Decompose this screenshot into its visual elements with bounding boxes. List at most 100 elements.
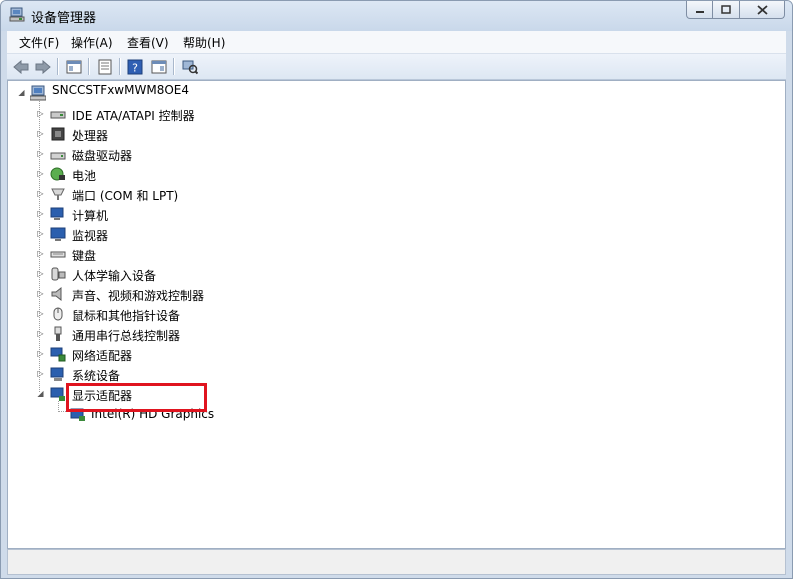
tree-item-hid[interactable]: ▷ 人体学输入设备 <box>8 264 408 284</box>
port-icon <box>51 188 65 200</box>
expand-arrow-icon[interactable]: ▷ <box>36 249 45 258</box>
tree-item-label: 人体学输入设备 <box>72 269 157 283</box>
disk-drive-icon <box>50 152 66 160</box>
menu-action[interactable]: 操作(A) <box>69 34 115 51</box>
help-button[interactable]: ? <box>125 57 145 76</box>
tree-root-label: SNCCSTFxwMWM8OE4 <box>52 83 189 97</box>
expand-arrow-icon[interactable]: ▷ <box>36 229 45 238</box>
expand-arrow-icon[interactable]: ▷ <box>36 169 45 178</box>
scan-hardware-icon <box>182 60 198 74</box>
monitor-icon <box>50 227 66 241</box>
expand-arrow-icon[interactable]: ▷ <box>36 349 45 358</box>
toolbar-separator <box>173 58 174 75</box>
highlight-box <box>66 383 207 412</box>
expand-arrow-icon[interactable]: ▷ <box>36 109 45 118</box>
tree-item-usb[interactable]: ▷ 通用串行总线控制器 <box>8 324 408 344</box>
tree-item-battery[interactable]: ▷ 电池 <box>8 164 408 184</box>
menu-view[interactable]: 查看(V) <box>125 34 171 51</box>
ide-controller-icon <box>50 111 66 119</box>
tree-item-system-device[interactable]: ▷ 系统设备 <box>8 364 408 384</box>
console-tree-icon <box>66 60 82 73</box>
minimize-icon <box>695 10 704 13</box>
minimize-button[interactable] <box>686 1 713 19</box>
tree-item-ide[interactable]: ▷ IDE ATA/ATAPI 控制器 <box>8 104 408 124</box>
tree-item-label: 通用串行总线控制器 <box>72 329 181 343</box>
tree-item-label: 声音、视频和游戏控制器 <box>72 289 205 303</box>
tree-item-label: 处理器 <box>72 129 109 143</box>
device-tree[interactable]: ◢ SNCCSTFxwMWM8OE4 ▷ IDE ATA/ATAPI 控制器 ▷… <box>7 80 786 549</box>
tree-item-monitor[interactable]: ▷ 监视器 <box>8 224 408 244</box>
close-icon <box>756 4 768 15</box>
display-adapter-icon <box>50 387 65 401</box>
show-action-pane-button[interactable] <box>149 57 169 76</box>
tree-item-port[interactable]: ▷ 端口 (COM 和 LPT) <box>8 184 408 204</box>
menu-help[interactable]: 帮助(H) <box>181 34 227 51</box>
tree-item-label: 网络适配器 <box>72 349 133 363</box>
window-title: 设备管理器 <box>31 11 97 26</box>
tree-item-label: IDE ATA/ATAPI 控制器 <box>72 109 195 123</box>
system-device-icon <box>50 367 64 381</box>
processor-icon <box>51 127 65 141</box>
tree-item-processor[interactable]: ▷ 处理器 <box>8 124 408 144</box>
tree-item-keyboard[interactable]: ▷ 键盘 <box>8 244 408 264</box>
usb-icon <box>54 326 62 341</box>
back-arrow-icon <box>13 59 29 74</box>
tree-item-label: 系统设备 <box>72 369 121 383</box>
expand-arrow-icon[interactable]: ▷ <box>36 369 45 378</box>
toolbar-separator <box>119 58 120 75</box>
forward-arrow-icon <box>35 59 51 74</box>
computer-icon <box>50 207 64 220</box>
tree-root[interactable]: ◢ SNCCSTFxwMWM8OE4 <box>8 83 408 103</box>
expand-arrow-icon[interactable]: ▷ <box>36 129 45 138</box>
expand-arrow-icon[interactable]: ▷ <box>36 189 45 198</box>
tree-item-label: 磁盘驱动器 <box>72 149 133 163</box>
svg-text:?: ? <box>132 61 138 74</box>
tree-item-label: 计算机 <box>72 209 109 223</box>
toolbar: ? <box>7 54 786 80</box>
hid-icon <box>51 267 66 281</box>
collapse-arrow-icon[interactable]: ◢ <box>17 88 26 97</box>
expand-arrow-icon[interactable]: ▷ <box>36 209 45 218</box>
toolbar-separator <box>88 58 89 75</box>
tree-item-network-adapter[interactable]: ▷ 网络适配器 <box>8 344 408 364</box>
tree-item-mouse[interactable]: ▷ 鼠标和其他指针设备 <box>8 304 408 324</box>
mouse-icon <box>53 307 63 321</box>
show-hide-console-tree-button[interactable] <box>64 57 84 76</box>
device-manager-window: 设备管理器 文件(F) 操作(A) 查看(V) 帮助(H) ? ◢ SNCCST… <box>0 0 793 579</box>
maximize-button[interactable] <box>712 1 740 19</box>
expand-arrow-icon[interactable]: ▷ <box>36 269 45 278</box>
tree-item-computer[interactable]: ▷ 计算机 <box>8 204 408 224</box>
expand-arrow-icon[interactable]: ▷ <box>36 289 45 298</box>
scan-hardware-button[interactable] <box>180 57 200 76</box>
computer-icon <box>30 85 46 101</box>
sound-icon <box>51 286 62 302</box>
forward-button[interactable] <box>33 57 53 76</box>
expand-arrow-icon[interactable]: ▷ <box>36 329 45 338</box>
toolbar-separator <box>57 58 58 75</box>
menu-bar: 文件(F) 操作(A) 查看(V) 帮助(H) <box>7 31 786 54</box>
tree-item-label: 电池 <box>72 169 97 183</box>
expand-arrow-icon[interactable]: ▷ <box>36 149 45 158</box>
network-adapter-icon <box>50 347 66 362</box>
tree-item-sound[interactable]: ▷ 声音、视频和游戏控制器 <box>8 284 408 304</box>
keyboard-icon <box>50 251 66 258</box>
tree-item-label: 监视器 <box>72 229 109 243</box>
title-bar: 设备管理器 <box>1 1 792 31</box>
help-icon: ? <box>127 59 143 74</box>
tree-item-disk-drive[interactable]: ▷ 磁盘驱动器 <box>8 144 408 164</box>
tree-item-label: 端口 (COM 和 LPT) <box>72 189 179 203</box>
close-button[interactable] <box>739 1 785 19</box>
properties-icon <box>98 59 112 74</box>
status-bar <box>7 549 786 575</box>
expand-arrow-icon[interactable]: ▷ <box>36 309 45 318</box>
device-manager-app-icon <box>9 7 25 22</box>
menu-file[interactable]: 文件(F) <box>17 34 61 51</box>
back-button[interactable] <box>11 57 31 76</box>
maximize-icon <box>721 5 731 14</box>
action-pane-icon <box>151 60 167 73</box>
tree-item-label: 鼠标和其他指针设备 <box>72 309 181 323</box>
collapse-arrow-icon[interactable]: ◢ <box>36 389 45 398</box>
properties-button[interactable] <box>95 57 115 76</box>
battery-icon <box>50 167 65 181</box>
tree-item-label: 键盘 <box>72 249 97 263</box>
